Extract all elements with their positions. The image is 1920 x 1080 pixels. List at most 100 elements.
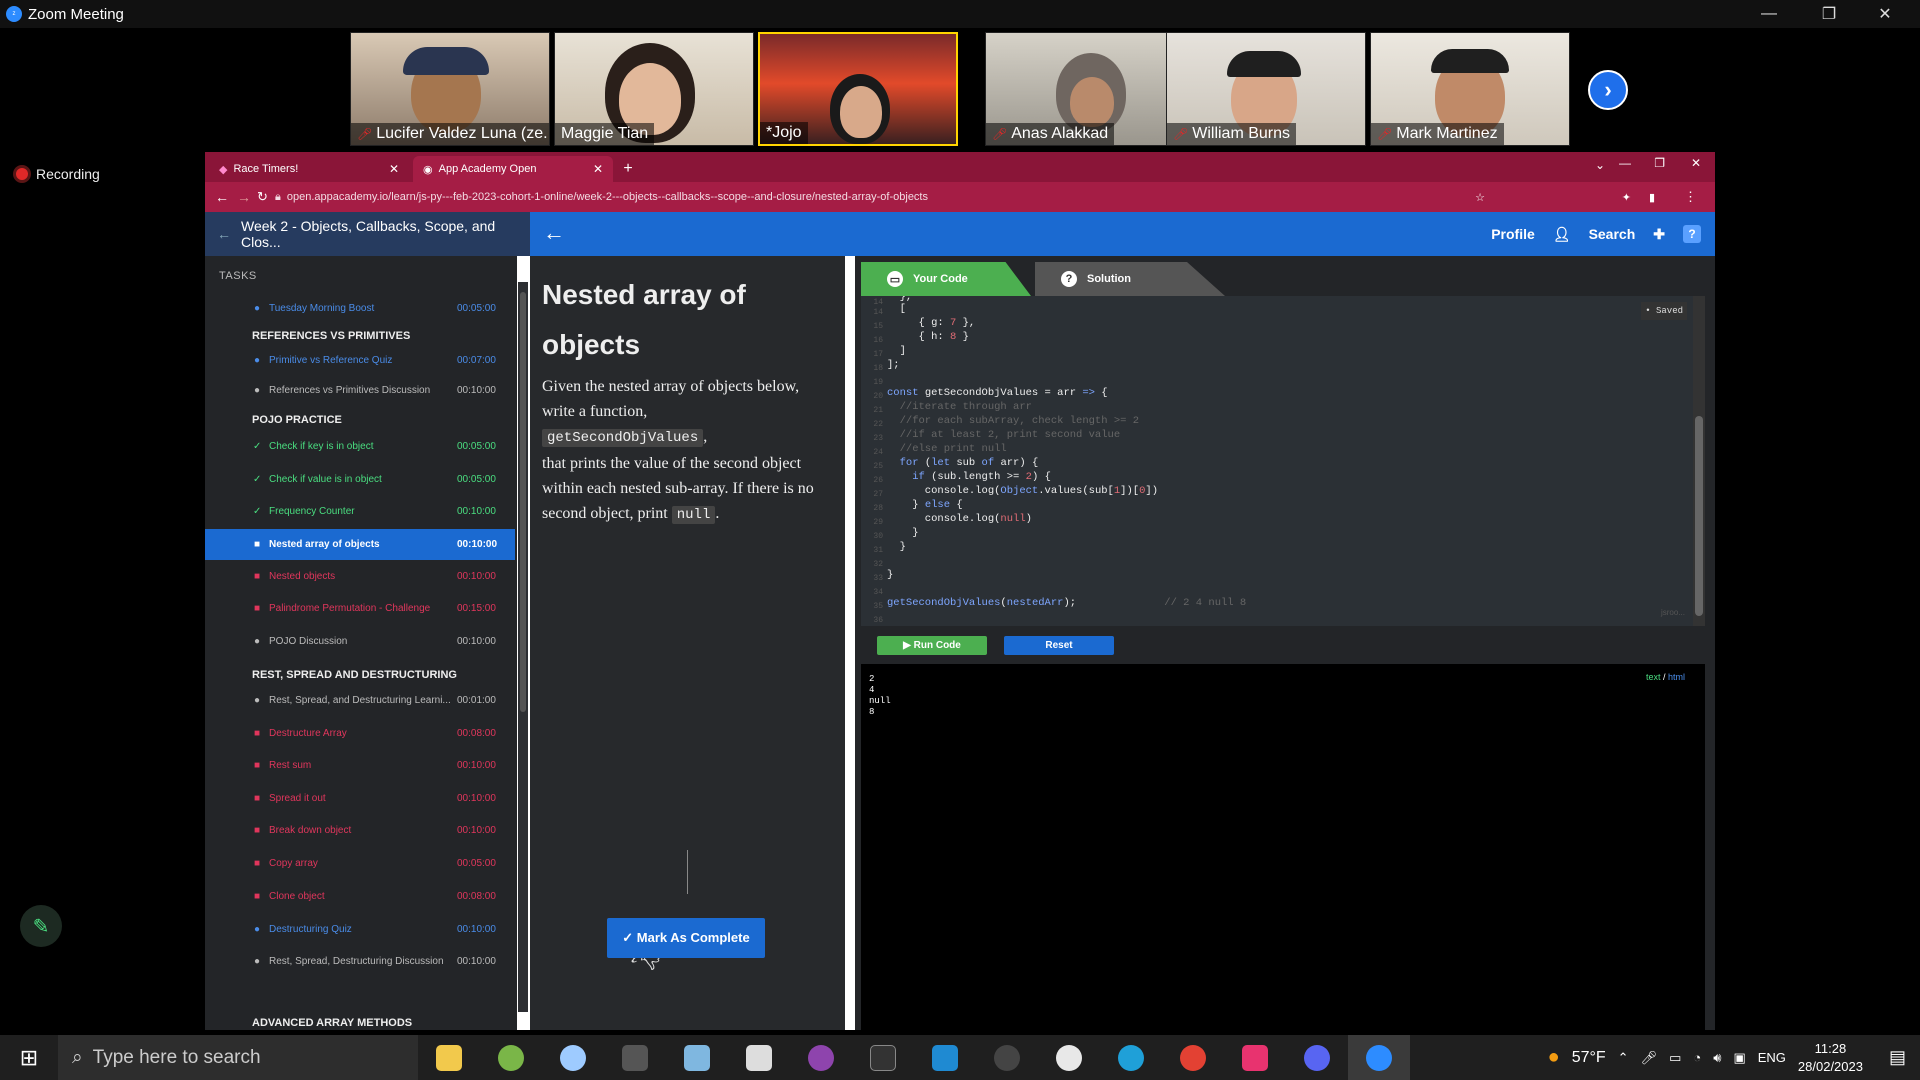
robot-app-icon[interactable]	[1224, 1035, 1286, 1080]
terminal-icon[interactable]	[852, 1035, 914, 1080]
participant-tile[interactable]: 🎤︎ Mark Martinez	[1370, 32, 1570, 146]
slack-icon[interactable]: ✚	[1653, 226, 1665, 243]
maps-icon[interactable]	[480, 1035, 542, 1080]
browser-tab-active[interactable]: ◉ App Academy Open ✕	[413, 156, 613, 182]
browser-tab[interactable]: ◆ Race Timers! ✕	[209, 156, 409, 182]
sidebar-item[interactable]: ■ Spread it out 00:10:00	[205, 784, 515, 812]
sidebar-item-time: 00:10:00	[457, 635, 496, 647]
sidebar-scroll-thumb[interactable]	[520, 292, 526, 712]
windows-start-icon[interactable]: ⊞	[0, 1035, 58, 1080]
tab-search-icon[interactable]: ⌄	[1595, 158, 1605, 172]
network-icon[interactable]: ◔	[1693, 1050, 1701, 1065]
file-explorer-icon[interactable]	[418, 1035, 480, 1080]
annotate-pen-icon[interactable]: ✎	[20, 905, 62, 947]
sidebar-item[interactable]: ■ Nested objects 00:10:00	[205, 562, 515, 590]
search-link[interactable]: Search	[1589, 226, 1636, 242]
sidebar-item[interactable]: ● Rest, Spread, Destructuring Discussion 0…	[205, 947, 515, 975]
window-close-icon[interactable]: ✕	[1691, 156, 1701, 170]
restore-icon[interactable]: ❐	[1806, 0, 1852, 28]
window-restore-icon[interactable]: ❐	[1654, 156, 1665, 170]
sidebar-item[interactable]: ● POJO Discussion 00:10:00	[205, 627, 515, 655]
collapse-arrow-icon[interactable]: ←	[543, 220, 565, 246]
tab-close-icon[interactable]: ✕	[389, 162, 399, 176]
notifications-icon[interactable]: ▤	[1889, 1047, 1906, 1068]
sidepanel-icon[interactable]: ▮	[1649, 191, 1655, 204]
editor-scrollbar[interactable]	[1693, 296, 1705, 626]
new-tab-icon[interactable]: +	[613, 156, 643, 182]
bookmark-star-icon[interactable]: ☆	[1475, 191, 1485, 204]
sidebar-item[interactable]: ✓ Check if key is in object 00:05:00	[205, 432, 515, 460]
forward-icon[interactable]: →	[237, 189, 251, 205]
sidebar-item-active[interactable]: ■ Nested array of objects 00:10:00	[205, 529, 515, 560]
battery-icon[interactable]: ▭	[1669, 1050, 1681, 1066]
sidebar-item[interactable]: ■ Destructure Array 00:08:00	[205, 719, 515, 747]
weather-icon[interactable]: ●	[1548, 1046, 1560, 1069]
slack-icon[interactable]	[1038, 1035, 1100, 1080]
language-indicator[interactable]: ENG	[1758, 1050, 1786, 1065]
tab-close-icon[interactable]: ✕	[593, 162, 603, 176]
document-icon[interactable]	[728, 1035, 790, 1080]
chrome-icon[interactable]	[1162, 1035, 1224, 1080]
tray-overflow-icon[interactable]: ⌃	[1618, 1050, 1629, 1066]
user-icon[interactable]: 👤︎	[1553, 226, 1571, 243]
participant-tile[interactable]: 🎤︎ William Burns	[1166, 32, 1366, 146]
tab-your-code[interactable]: ▭ Your Code	[861, 262, 1031, 296]
vscode-icon[interactable]	[914, 1035, 976, 1080]
participant-tile-speaking[interactable]: *Jojo	[758, 32, 958, 146]
sidebar-item[interactable]: ■ Copy array 00:05:00	[205, 849, 515, 877]
close-icon[interactable]: ✕	[1862, 0, 1908, 28]
volume-icon[interactable]: 🔊︎	[1713, 1050, 1721, 1066]
minimize-icon[interactable]: —	[1746, 0, 1792, 28]
sidebar-item[interactable]: ■ Palindrome Permutation - Challenge 00:15…	[205, 594, 515, 622]
sidebar-item[interactable]: ● Tuesday Morning Boost 00:05:00	[205, 294, 515, 322]
back-icon[interactable]: ←	[215, 189, 229, 205]
sidebar-item-label: Palindrome Permutation - Challenge	[269, 602, 431, 614]
run-code-button[interactable]: ▶ Run Code	[877, 636, 987, 655]
participant-tile[interactable]: 🎤︎ Anas Alakkad	[985, 32, 1185, 146]
sidebar-item[interactable]: ● Rest, Spread, and Destructuring Learni.…	[205, 686, 515, 714]
microphone-icon[interactable]: 🎤︎	[1641, 1050, 1658, 1066]
sidebar-item[interactable]: ● References vs Primitives Discussion 00:1…	[205, 376, 515, 404]
sidebar-item-label: Clone object	[269, 890, 325, 902]
window-minimize-icon[interactable]: —	[1619, 156, 1631, 170]
notes-icon[interactable]	[666, 1035, 728, 1080]
edge-icon[interactable]	[1100, 1035, 1162, 1080]
paint-icon[interactable]	[542, 1035, 604, 1080]
zoom-icon[interactable]	[1348, 1035, 1410, 1080]
sidebar-item-label: Rest, Spread, Destructuring Discussion	[269, 955, 444, 967]
weather-temp[interactable]: 57°F	[1572, 1049, 1606, 1067]
discord-icon[interactable]	[1286, 1035, 1348, 1080]
help-icon[interactable]: ?	[1683, 225, 1701, 243]
sidebar-item[interactable]: ✓ Check if value is in object 00:05:00	[205, 465, 515, 493]
extensions-icon[interactable]: ✦	[1622, 191, 1631, 204]
sidebar-item[interactable]: ● Destructuring Quiz 00:10:00	[205, 915, 515, 943]
output-mode-text[interactable]: text	[1646, 672, 1661, 682]
sidebar-item[interactable]: ✓ Frequency Counter 00:10:00	[205, 497, 515, 525]
sidebar-item[interactable]: ■ Clone object 00:08:00	[205, 882, 515, 910]
sidebar-item[interactable]: ● Primitive vs Reference Quiz 00:07:00	[205, 346, 515, 374]
sidebar-item[interactable]: ■ Break down object 00:10:00	[205, 816, 515, 844]
github-desktop-icon[interactable]	[976, 1035, 1038, 1080]
breadcrumb[interactable]: ← Week 2 - Objects, Callbacks, Scope, and…	[205, 212, 530, 256]
participant-tile[interactable]: Maggie Tian	[554, 32, 754, 146]
url-text: open.appacademy.io/learn/js-py---feb-202…	[286, 191, 928, 203]
podcast-icon[interactable]	[790, 1035, 852, 1080]
sidebar-item-time: 00:05:00	[457, 473, 496, 485]
browser-menu-icon[interactable]: ⋮	[1684, 189, 1697, 205]
sidebar-item[interactable]: ■ Rest sum 00:10:00	[205, 751, 515, 779]
reset-button[interactable]: Reset	[1004, 636, 1114, 655]
clock[interactable]: 11:28 28/02/2023	[1798, 1040, 1863, 1076]
snipping-icon[interactable]	[604, 1035, 666, 1080]
code-editor[interactable]: • Saved 14 }, 14 [ 15 { g: 7 }, 16 { h: …	[861, 296, 1693, 626]
profile-link[interactable]: Profile	[1491, 226, 1535, 242]
output-mode-html[interactable]: html	[1668, 672, 1685, 682]
zoom-title-bar: z Zoom Meeting — ❐ ✕	[0, 0, 1920, 28]
url-field[interactable]: 🔒︎ open.appacademy.io/learn/js-py---feb-2…	[275, 186, 1455, 208]
tab-solution[interactable]: ? Solution	[1035, 262, 1225, 296]
next-participants-button[interactable]: ›	[1588, 70, 1628, 110]
taskbar-search[interactable]: ⌕ Type here to search	[58, 1035, 418, 1080]
mark-complete-button[interactable]: ✓ Mark As Complete	[607, 918, 765, 958]
reload-icon[interactable]: ↻	[257, 189, 268, 205]
participant-tile[interactable]: 🎤︎ Lucifer Valdez Luna (ze...	[350, 32, 550, 146]
meet-now-icon[interactable]: ▣	[1733, 1050, 1745, 1066]
